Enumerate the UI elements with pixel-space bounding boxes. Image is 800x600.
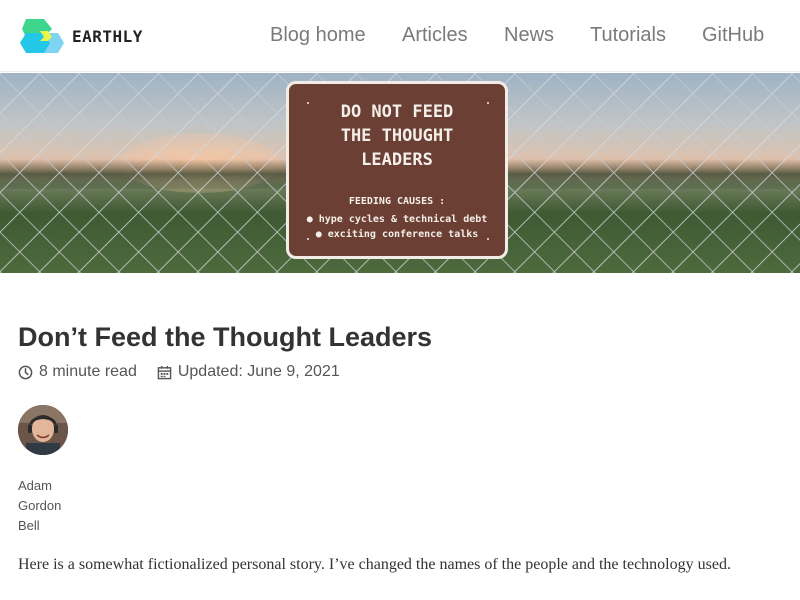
do-not-feed-sign: DO NOT FEED THE THOUGHT LEADERS FEEDING … — [286, 81, 508, 259]
hero-image: DO NOT FEED THE THOUGHT LEADERS FEEDING … — [0, 73, 800, 273]
article-lead-paragraph: Here is a somewhat fictionalized persona… — [18, 556, 731, 573]
author-name-line: Adam — [18, 478, 52, 493]
nav-github[interactable]: GitHub — [702, 24, 764, 47]
nav-tutorials[interactable]: Tutorials — [590, 24, 666, 47]
sign-bullets: ● hype cycles & technical debt ● excitin… — [289, 212, 505, 242]
calendar-icon — [157, 365, 172, 379]
nav-articles[interactable]: Articles — [402, 24, 468, 47]
author-name-line: Gordon — [18, 498, 62, 513]
brand-name: EARTHLY — [72, 26, 143, 46]
sign-headline-line: DO NOT FEED — [340, 102, 454, 122]
author-photo — [18, 405, 68, 455]
page-meta: 8 minute read Updated: June 9, 2021 — [18, 363, 340, 381]
earthly-logo-icon — [20, 19, 64, 53]
author-avatar[interactable] — [18, 405, 68, 455]
earthly-logo-link[interactable]: EARTHLY — [18, 17, 143, 55]
sign-headline-line: THE THOUGHT — [340, 126, 454, 146]
sign-headline-line: LEADERS — [361, 150, 433, 170]
sign-bullet: ● hype cycles & technical debt — [306, 214, 488, 225]
sign-headline: DO NOT FEED THE THOUGHT LEADERS — [289, 100, 505, 172]
read-time-label: 8 minute read — [39, 363, 137, 380]
sign-subheading: FEEDING CAUSES : — [348, 196, 446, 207]
sign-bullet: ● exciting conference talks — [315, 229, 479, 240]
nav-news[interactable]: News — [504, 24, 554, 47]
author-name[interactable]: Adam Gordon Bell — [18, 476, 78, 536]
read-time: 8 minute read — [18, 363, 137, 381]
nav-blog-home[interactable]: Blog home — [270, 24, 366, 47]
clock-icon — [18, 365, 33, 379]
page-title: Don’t Feed the Thought Leaders — [18, 322, 433, 352]
updated-date: Updated: June 9, 2021 — [157, 363, 340, 381]
masthead: EARTHLY Blog home Articles News Tutorial… — [0, 0, 800, 72]
updated-date-label: Updated: June 9, 2021 — [177, 363, 340, 380]
author-name-line: Bell — [18, 518, 40, 533]
